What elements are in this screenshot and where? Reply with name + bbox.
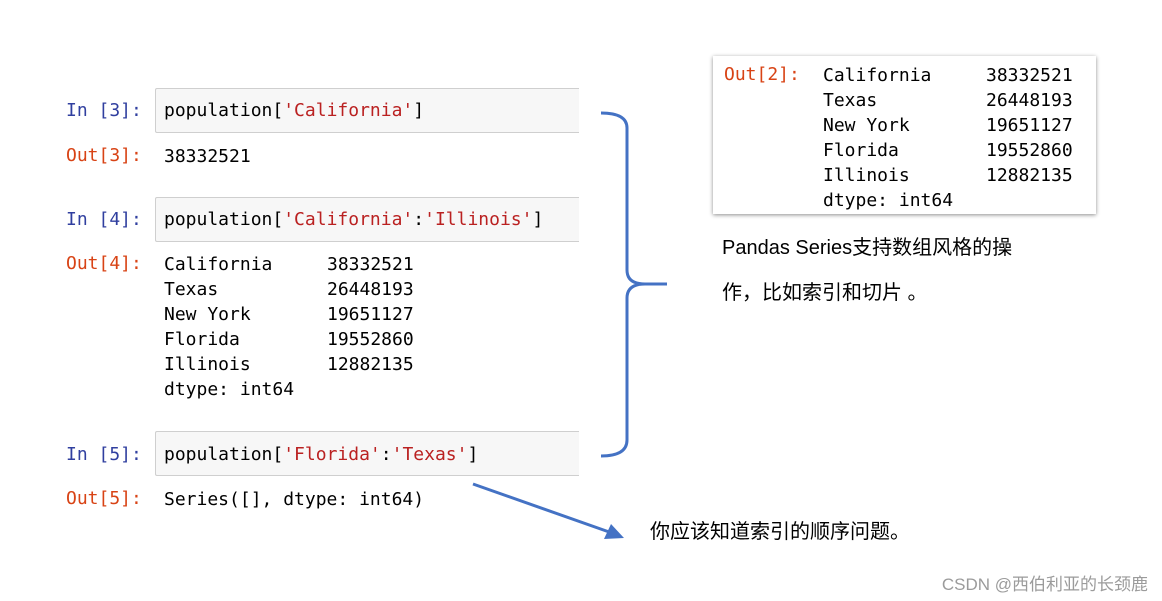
annotation-overlay — [472, 111, 667, 539]
curly-brace-shape — [600, 111, 667, 458]
watermark-text: CSDN @西伯利亚的长颈鹿 — [941, 575, 1148, 594]
arrow-shaft — [472, 482, 613, 535]
